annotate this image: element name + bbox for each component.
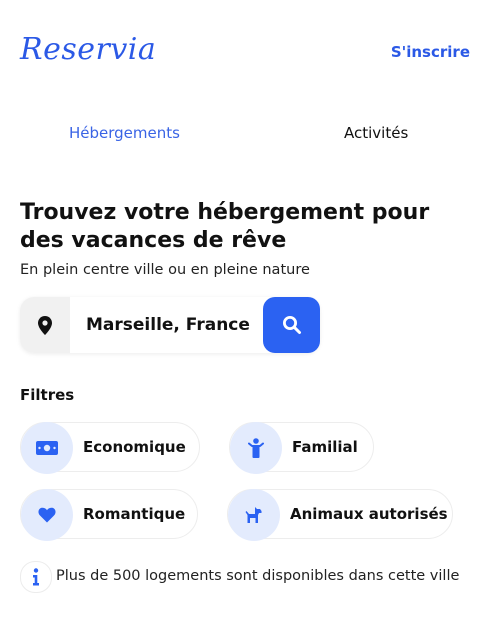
search-icon xyxy=(282,316,301,334)
filter-label: Economique xyxy=(83,438,186,456)
filter-economique[interactable]: Economique xyxy=(20,422,200,474)
header: Reservia S'inscrire xyxy=(0,0,500,100)
info-text: Plus de 500 logements sont disponibles d… xyxy=(56,568,460,584)
tab-activites[interactable]: Activités xyxy=(344,124,408,142)
signup-link[interactable]: S'inscrire xyxy=(391,43,470,61)
filters-label: Filtres xyxy=(20,386,75,404)
page-subtitle: En plein centre ville ou en pleine natur… xyxy=(20,262,310,278)
tab-bar: Hébergements Activités xyxy=(0,118,500,148)
location-pin-icon xyxy=(20,297,70,353)
heart-icon xyxy=(21,489,73,541)
tab-hebergements[interactable]: Hébergements xyxy=(69,124,180,142)
page-title: Trouvez votre hébergement pour des vacan… xyxy=(20,200,430,253)
filter-familial[interactable]: Familial xyxy=(229,422,374,474)
filter-label: Romantique xyxy=(83,505,186,523)
info-banner: Plus de 500 logements sont disponibles d… xyxy=(20,561,490,593)
search-input[interactable] xyxy=(86,315,266,335)
info-icon xyxy=(20,561,52,593)
child-icon xyxy=(230,422,282,474)
search-button[interactable] xyxy=(263,297,320,353)
money-icon xyxy=(21,422,73,474)
filter-label: Familial xyxy=(292,438,358,456)
logo[interactable]: Reservia xyxy=(20,32,156,67)
search-bar xyxy=(20,297,320,353)
dog-icon xyxy=(228,489,280,541)
filter-label: Animaux autorisés xyxy=(290,505,448,523)
filter-animaux-autorises[interactable]: Animaux autorisés xyxy=(227,489,453,541)
filter-romantique[interactable]: Romantique xyxy=(20,489,198,541)
